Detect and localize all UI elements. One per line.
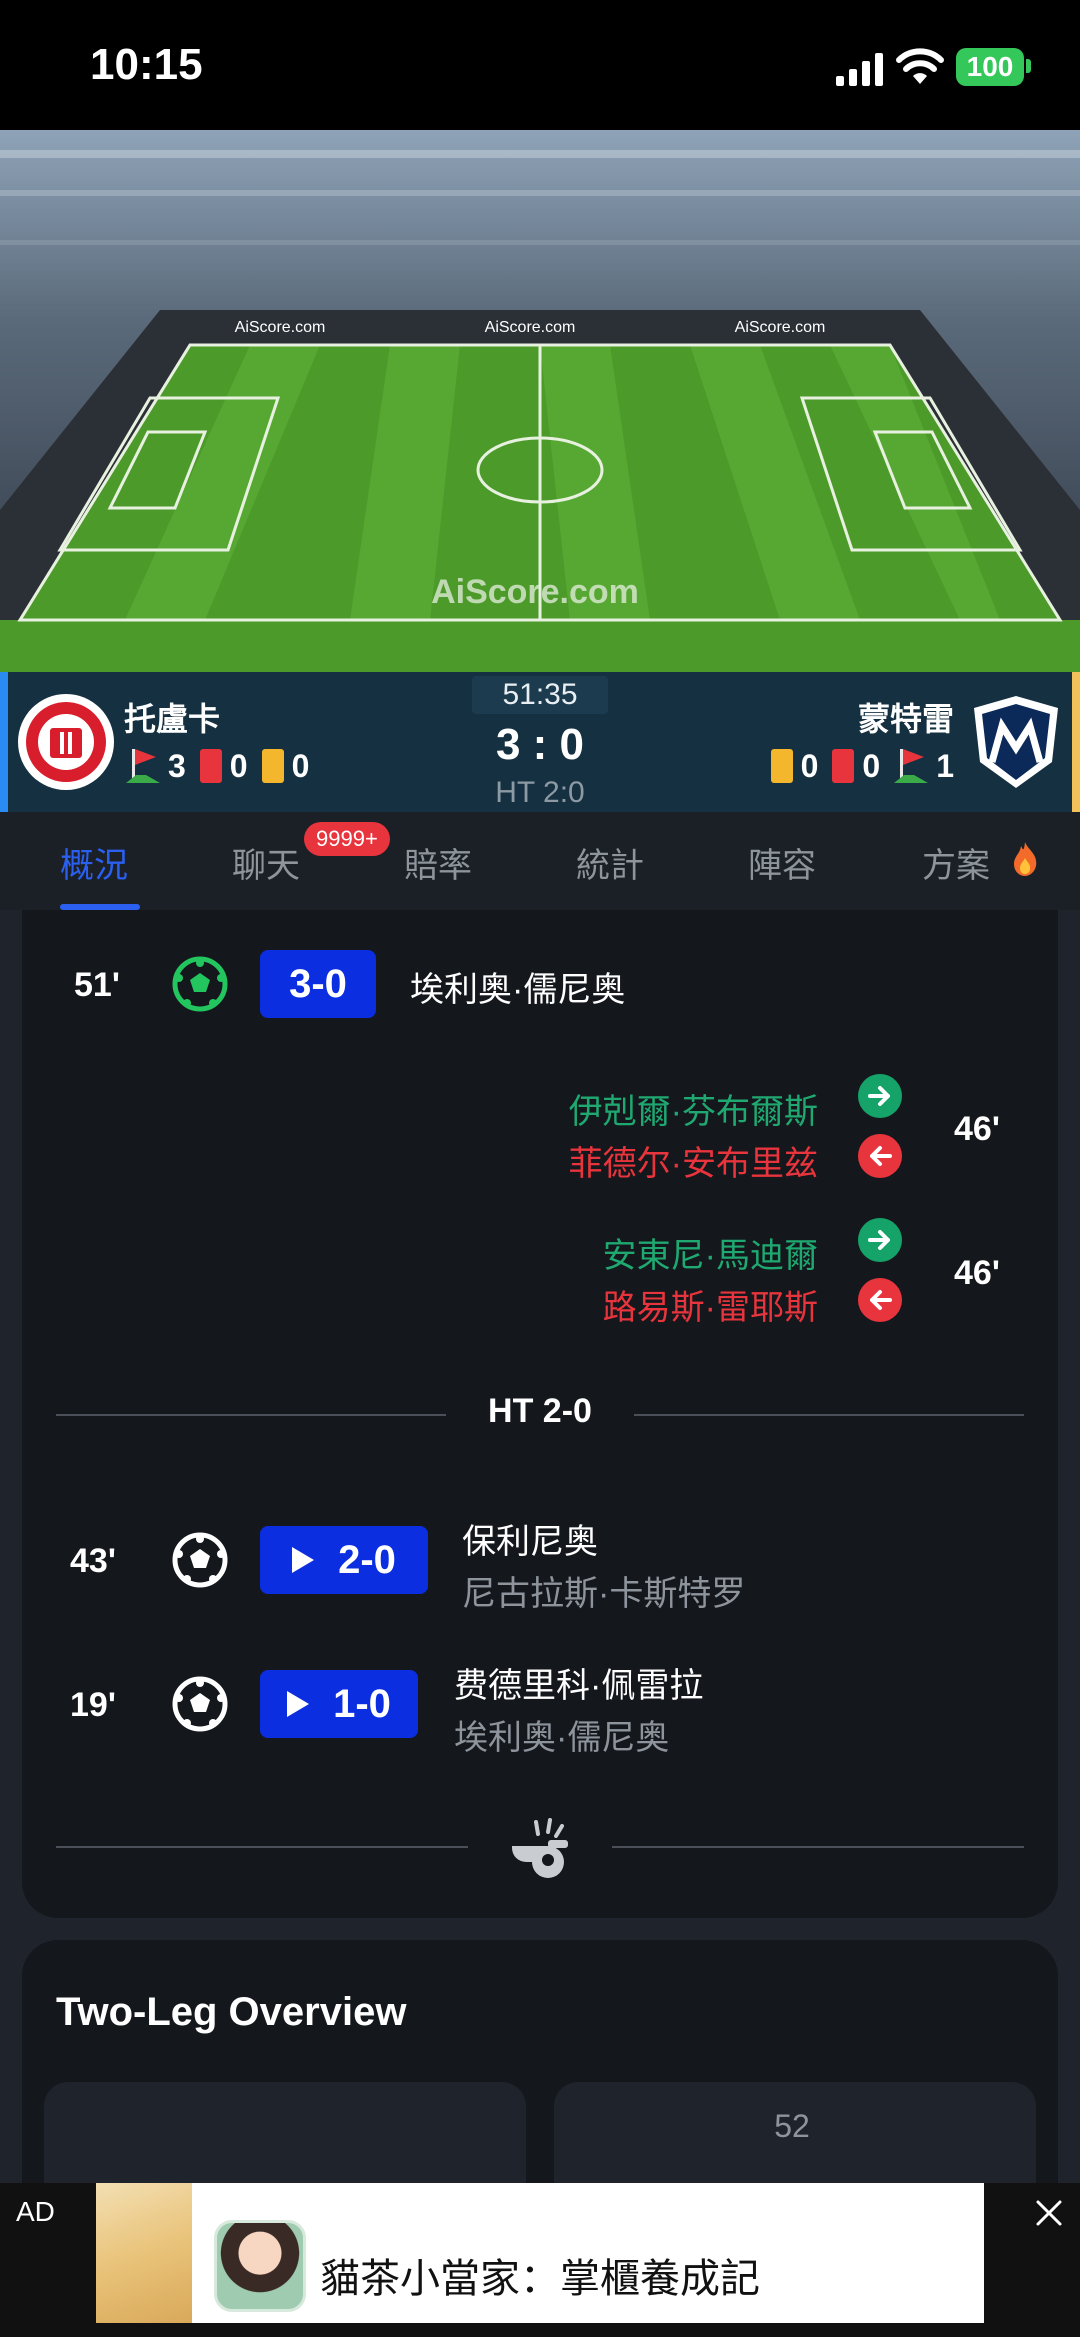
goal-ball-icon <box>172 1532 228 1588</box>
tab-tips[interactable]: 方案 <box>922 838 990 887</box>
goal-video-button[interactable]: 1-0 <box>260 1670 418 1738</box>
cellular-signal-icon <box>836 53 883 86</box>
tab-chat[interactable]: 聊天 <box>232 838 300 887</box>
red-card-icon <box>199 749 222 783</box>
sub-player-out[interactable]: 菲德尔·安布里兹 <box>569 1136 818 1185</box>
ad-thumbnail-image[interactable] <box>96 2183 192 2323</box>
sub-player-out[interactable]: 路易斯·雷耶斯 <box>603 1280 818 1329</box>
red-card-icon <box>832 749 855 783</box>
divider-line <box>56 1414 446 1416</box>
home-stats: 3 0 0 <box>126 746 323 786</box>
status-bar: 10:15 100 <box>0 0 1080 130</box>
home-red-cards: 0 <box>229 747 248 784</box>
pitch-watermark: AiScore.com <box>431 573 639 611</box>
board-watermark-1: AiScore.com <box>235 319 326 336</box>
away-yellow-cards: 0 <box>800 747 819 784</box>
goal-ball-icon <box>172 1676 228 1732</box>
sub-in-arrow-icon <box>858 1218 902 1262</box>
corner-flag-icon <box>126 749 160 783</box>
home-yellow-cards: 0 <box>291 747 310 784</box>
away-stats: 0 0 1 <box>770 746 954 786</box>
whistle-icon <box>512 1818 568 1878</box>
overview-title: Two-Leg Overview <box>56 1990 407 2034</box>
score-bar: 托盧卡 3 0 0 51:35 3 : 0 HT 2:0 蒙特雷 0 0 1 <box>0 672 1080 812</box>
close-icon[interactable] <box>1032 2196 1066 2230</box>
chat-count-badge: 9999+ <box>304 822 390 856</box>
battery-tip <box>1026 59 1031 73</box>
sub-out-arrow-icon <box>858 1278 902 1322</box>
yellow-card-icon <box>770 749 793 783</box>
leg-2-number: 52 <box>774 2108 810 2144</box>
away-red-cards: 0 <box>862 747 881 784</box>
away-corners: 1 <box>936 747 954 784</box>
goal-ball-icon <box>172 956 228 1012</box>
ad-app-avatar[interactable] <box>214 2220 306 2312</box>
sub-player-in[interactable]: 安東尼·馬迪爾 <box>603 1228 818 1277</box>
tab-odds[interactable]: 賠率 <box>404 838 472 887</box>
battery-indicator: 100 <box>956 48 1024 86</box>
board-watermark-3: AiScore.com <box>735 319 826 336</box>
match-score: 3 : 0 <box>495 720 585 769</box>
play-icon <box>287 1691 310 1717</box>
away-color-edge <box>1072 672 1080 812</box>
ad-label: AD <box>16 2196 55 2227</box>
divider-line <box>612 1846 1024 1848</box>
stadium-pitch-graphic: AiScore.com AiScore.com AiScore.com AiSc… <box>0 130 1080 672</box>
event-minute: 46' <box>954 1110 1000 1148</box>
status-time: 10:15 <box>90 40 203 89</box>
event-minute: 51' <box>74 966 120 1004</box>
tab-bar: 概況 聊天 賠率 統計 陣容 方案 <box>0 812 1080 910</box>
ad-text[interactable]: 貓茶小當家：掌櫃養成記 <box>320 2246 760 2304</box>
event-minute: 46' <box>954 1254 1000 1292</box>
home-color-edge <box>0 672 8 812</box>
match-clock: 51:35 <box>472 676 608 714</box>
halftime-divider-label: HT 2-0 <box>488 1392 592 1430</box>
fire-icon <box>1014 842 1037 876</box>
home-team-name[interactable]: 托盧卡 <box>124 694 220 740</box>
board-watermark-2: AiScore.com <box>485 319 576 336</box>
home-corners: 3 <box>168 747 186 784</box>
home-team-crest[interactable] <box>16 692 116 792</box>
divider-line <box>56 1846 468 1848</box>
event-minute: 43' <box>70 1542 116 1580</box>
wifi-icon <box>896 48 944 84</box>
sub-out-arrow-icon <box>858 1134 902 1178</box>
sub-in-arrow-icon <box>858 1074 902 1118</box>
goal-video-button[interactable]: 2-0 <box>260 1526 428 1594</box>
away-team-name[interactable]: 蒙特雷 <box>858 694 954 740</box>
event-minute: 19' <box>70 1686 116 1724</box>
goal-scorer[interactable]: 保利尼奥 <box>462 1514 598 1563</box>
goal-assist[interactable]: 埃利奥·儒尼奥 <box>454 1710 669 1759</box>
goal-scorer[interactable]: 埃利奥·儒尼奥 <box>410 962 625 1011</box>
score-chip-text: 2-0 <box>338 1537 396 1582</box>
halftime-score: HT 2:0 <box>495 776 585 809</box>
play-icon <box>292 1547 315 1573</box>
goal-assist[interactable]: 尼古拉斯·卡斯特罗 <box>462 1566 745 1615</box>
score-chip-text: 1-0 <box>333 1681 391 1726</box>
away-team-crest[interactable] <box>966 692 1066 792</box>
sub-player-in[interactable]: 伊剋爾·芬布爾斯 <box>569 1084 818 1133</box>
score-chip: 3-0 <box>260 950 376 1018</box>
divider-line <box>634 1414 1024 1416</box>
corner-flag-icon <box>894 749 929 783</box>
tab-stats[interactable]: 統計 <box>576 838 644 887</box>
tab-lineup[interactable]: 陣容 <box>748 838 816 887</box>
tab-overview[interactable]: 概況 <box>60 838 128 887</box>
yellow-card-icon <box>261 749 284 783</box>
goal-scorer[interactable]: 费德里科·佩雷拉 <box>454 1658 703 1707</box>
